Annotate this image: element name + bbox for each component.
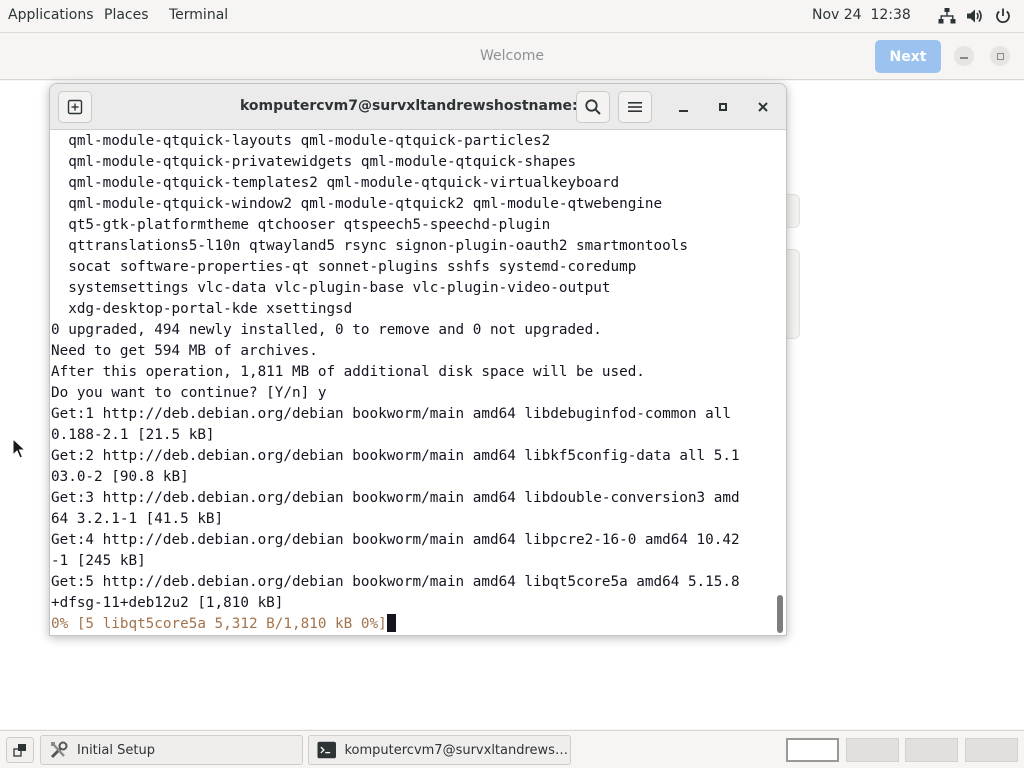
workspace-2[interactable] [846,738,899,762]
welcome-minimize-button[interactable] [954,46,974,66]
terminal-line: Get:3 http://deb.debian.org/debian bookw… [51,490,740,506]
terminal-line: +dfsg-11+deb12u2 [1,810 kB] [51,595,284,611]
terminal-line: 0 upgraded, 494 newly installed, 0 to re… [51,322,602,338]
terminal-line: After this operation, 1,811 MB of additi… [51,364,645,380]
clock[interactable]: Nov 24 12:38 [812,7,911,23]
scrollbar-thumb[interactable] [777,595,783,633]
task-initial-setup[interactable]: Initial Setup [40,735,303,765]
text-cursor [386,614,396,632]
terminal-line: 0.188-2.1 [21.5 kB] [51,427,215,443]
bottom-taskbar: Initial Setup komputercvm7@survxltandrew… [0,730,1024,768]
workspace-3[interactable] [905,738,958,762]
task-terminal[interactable]: komputercvm7@survxltandrewsh… [308,735,571,765]
terminal-line: Do you want to continue? [Y/n] y [51,385,327,401]
maximize-icon [996,52,1004,60]
search-icon [585,99,601,115]
terminal-header-bar[interactable]: komputercvm7@survxltandrewshostname: ~ [50,84,786,130]
progress-text: 0% [5 libqt5core5a 5,312 B/1,810 kB 0%] [51,616,387,632]
terminal-lines: qml-module-qtquick-layouts qml-module-qt… [51,131,773,614]
close-icon [758,102,768,112]
mouse-pointer-icon [12,438,26,459]
terminal-line: systemsettings vlc-data vlc-plugin-base … [51,280,611,296]
top-panel: Applications Places Terminal Nov 24 12:3… [0,0,1024,33]
terminal-window[interactable]: komputercvm7@survxltandrewshostname: ~ q… [49,83,787,636]
terminal-title: komputercvm7@survxltandrewshostname: ~ [240,98,595,114]
terminal-close-button[interactable] [752,96,774,118]
workspace-1[interactable] [786,738,839,762]
search-button[interactable] [576,91,610,123]
terminal-menu[interactable]: Terminal [169,7,228,23]
maximize-icon [719,103,727,111]
volume-icon[interactable] [966,7,984,25]
terminal-line: Get:5 http://deb.debian.org/debian bookw… [51,574,740,590]
minimize-icon [960,57,968,59]
terminal-line: socat software-properties-qt sonnet-plug… [51,259,637,275]
show-desktop-button[interactable] [6,737,34,763]
terminal-scrollbar[interactable] [774,131,786,635]
welcome-window-header: Welcome Next [0,34,1024,80]
terminal-line: Get:1 http://deb.debian.org/debian bookw… [51,406,731,422]
terminal-maximize-button[interactable] [712,96,734,118]
terminal-line: Get:4 http://deb.debian.org/debian bookw… [51,532,740,548]
welcome-maximize-button[interactable] [990,46,1010,66]
terminal-line: qt5-gtk-platformtheme qtchooser qtspeech… [51,217,551,233]
applications-menu[interactable]: Applications [8,7,94,23]
welcome-title: Welcome [479,48,545,64]
workspace-4[interactable] [965,738,1018,762]
task-label: Initial Setup [77,742,155,758]
hamburger-menu-icon [628,102,642,112]
tools-icon [50,741,68,759]
terminal-line: 03.0-2 [90.8 kB] [51,469,189,485]
terminal-line: xdg-desktop-portal-kde xsettingsd [51,301,353,317]
terminal-line: qttranslations5-l10n qtwayland5 rsync si… [51,238,688,254]
terminal-line: qml-module-qtquick-templates2 qml-module… [51,175,620,191]
power-icon[interactable] [994,7,1012,25]
terminal-line: Need to get 594 MB of archives. [51,343,318,359]
terminal-line: qml-module-qtquick-privatewidgets qml-mo… [51,154,577,170]
terminal-line: 64 3.2.1-1 [41.5 kB] [51,511,224,527]
minimize-icon [678,110,688,112]
places-menu[interactable]: Places [104,7,149,23]
task-label: komputercvm7@survxltandrewsh… [344,742,570,758]
show-desktop-icon [13,744,26,757]
terminal-minimize-button[interactable] [672,96,694,118]
next-button[interactable]: Next [875,40,941,73]
menu-button[interactable] [618,91,652,123]
network-icon[interactable] [938,7,956,25]
new-tab-button[interactable] [58,91,92,123]
terminal-line: -1 [245 kB] [51,553,146,569]
terminal-line: qml-module-qtquick-layouts qml-module-qt… [51,133,551,149]
terminal-line: qml-module-qtquick-window2 qml-module-qt… [51,196,663,212]
terminal-icon [317,741,336,759]
terminal-output[interactable]: qml-module-qtquick-layouts qml-module-qt… [51,131,773,635]
terminal-line: Get:2 http://deb.debian.org/debian bookw… [51,448,740,464]
new-tab-icon [67,99,83,115]
download-progress-line: 0% [5 libqt5core5a 5,312 B/1,810 kB 0%] [51,614,773,635]
